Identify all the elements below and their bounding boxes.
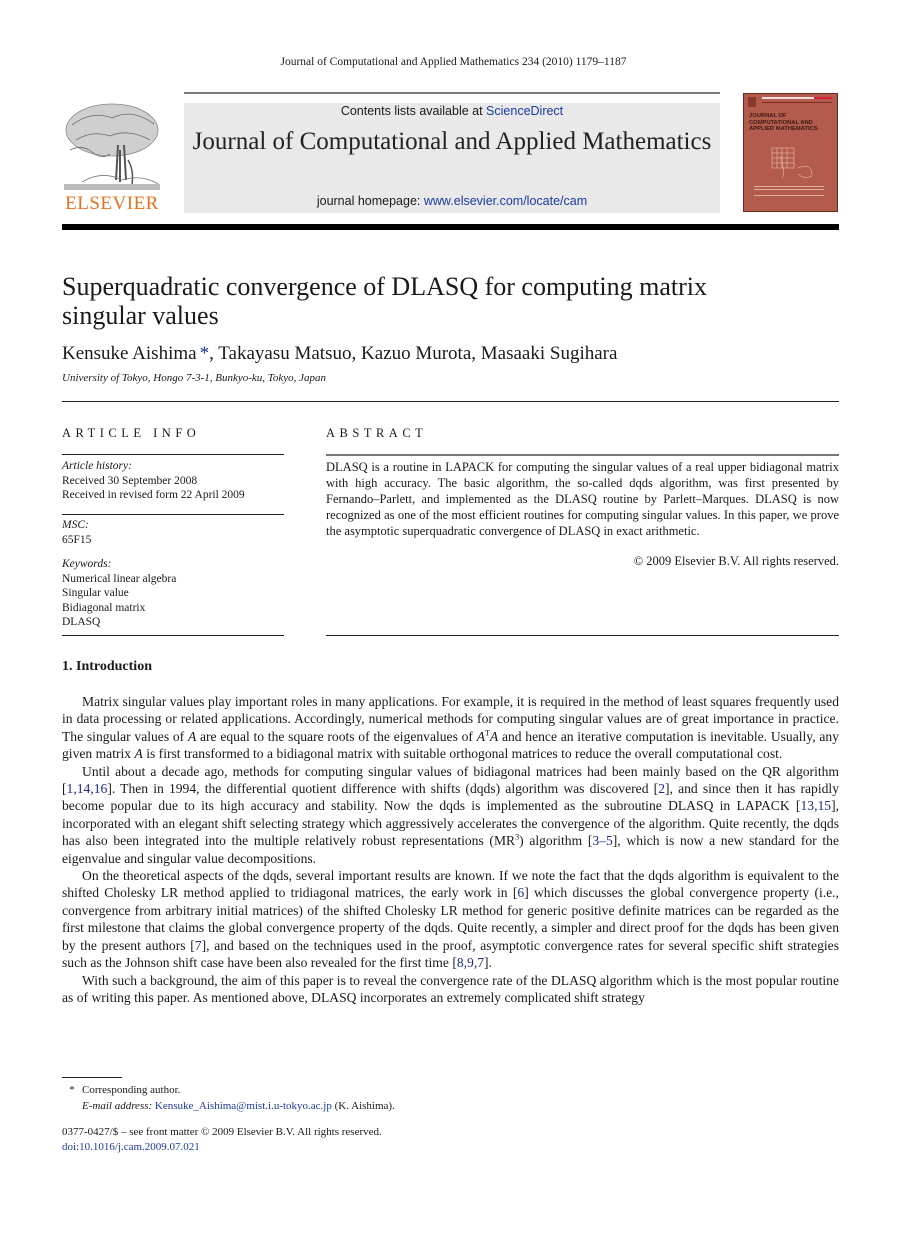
introduction-body: Matrix singular values play important ro… xyxy=(62,693,839,1006)
math-symbol: A xyxy=(489,728,499,744)
elsevier-tree-icon xyxy=(64,103,160,190)
author-name: Takayasu Matsuo xyxy=(218,343,352,364)
citation-link[interactable]: 2 xyxy=(658,781,665,796)
journal-cover-thumbnail[interactable]: JOURNAL OF COMPUTATIONAL AND APPLIED MAT… xyxy=(743,93,838,212)
math-symbol: A xyxy=(134,746,143,762)
doi-link[interactable]: doi:10.1016/j.cam.2009.07.021 xyxy=(62,1141,200,1153)
citation-link[interactable]: 3–5 xyxy=(592,833,612,848)
citation-link[interactable]: 8,9,7 xyxy=(457,955,484,970)
keyword: Singular value xyxy=(62,587,129,599)
footnote-mark: * xyxy=(69,1084,75,1096)
journal-homepage-link[interactable]: www.elsevier.com/locate/cam xyxy=(424,194,587,208)
contents-line: Contents lists available at ScienceDirec… xyxy=(184,104,720,118)
author-list: Kensuke Aishima *, Takayasu Matsuo, Kazuo… xyxy=(62,343,617,365)
author-separator: , xyxy=(351,343,361,364)
corresponding-label: Corresponding author. xyxy=(82,1084,181,1096)
author-name: Masaaki Sugihara xyxy=(480,343,618,364)
email-suffix: (K. Aishima). xyxy=(331,1100,395,1112)
elsevier-logo[interactable]: ELSEVIER xyxy=(62,100,162,215)
divider xyxy=(62,454,284,455)
article-history: Article history: Received 30 September 2… xyxy=(62,459,284,503)
abstract-copyright: © 2009 Elsevier B.V. All rights reserved… xyxy=(633,554,839,568)
text-run: is first transformed to a bidiagonal mat… xyxy=(142,746,783,762)
citation-link[interactable]: 13,15 xyxy=(800,798,831,813)
text-run: ]. xyxy=(484,955,492,971)
author-name: Kazuo Murota xyxy=(360,343,472,364)
keywords-section: Keywords: Numerical linear algebra Singu… xyxy=(62,557,284,630)
divider xyxy=(326,635,839,636)
author-separator: , xyxy=(471,343,481,364)
keyword: Numerical linear algebra xyxy=(62,572,177,585)
keywords-label: Keywords: xyxy=(62,558,112,570)
citation-link[interactable]: 7 xyxy=(195,938,202,953)
article-title: Superquadratic convergence of DLASQ for … xyxy=(62,272,707,330)
journal-title: Journal of Computational and Applied Mat… xyxy=(192,128,712,155)
front-matter: 0377-0427/$ – see front matter © 2009 El… xyxy=(62,1125,382,1155)
cover-header-bar-icon xyxy=(748,97,832,107)
msc-label: MSC: xyxy=(62,519,89,531)
masthead-bottom-rule xyxy=(62,224,839,230)
email-label: E-mail address: xyxy=(82,1100,153,1112)
article-info-heading: ARTICLE INFO xyxy=(62,426,201,440)
corresponding-author-mark[interactable]: * xyxy=(200,343,210,364)
affiliation-rule xyxy=(62,401,839,402)
homepage-line: journal homepage: www.elsevier.com/locat… xyxy=(184,194,720,208)
running-head: Journal of Computational and Applied Mat… xyxy=(280,56,627,68)
abstract-text: DLASQ is a routine in LAPACK for computi… xyxy=(326,460,839,538)
divider xyxy=(326,454,839,456)
paragraph: With such a background, the aim of this … xyxy=(62,972,839,1005)
divider xyxy=(62,635,284,636)
elsevier-wordmark: ELSEVIER xyxy=(65,193,159,214)
msc-code: 65F15 xyxy=(62,533,92,546)
msc-section: MSC: 65F15 xyxy=(62,518,284,547)
email-line: E-mail address: Kensuke_Aishima@mist.i.u… xyxy=(62,1098,395,1114)
keyword: Bidiagonal matrix xyxy=(62,601,146,614)
section-heading-introduction: 1. Introduction xyxy=(62,659,152,674)
text-run: ]. Then in 1994, the differential quotie… xyxy=(107,781,659,797)
journal-masthead: Contents lists available at ScienceDirec… xyxy=(184,103,720,213)
math-symbol: A xyxy=(476,728,485,744)
footnote: * Corresponding author. E-mail address: K… xyxy=(62,1082,395,1114)
history-label: Article history: xyxy=(62,460,132,472)
cover-text-lines xyxy=(754,186,824,187)
sciencedirect-link[interactable]: ScienceDirect xyxy=(486,104,563,118)
paragraph: On the theoretical aspects of the dqds, … xyxy=(62,867,839,971)
corresponding-note: * Corresponding author. xyxy=(62,1082,395,1098)
cover-title: JOURNAL OF COMPUTATIONAL AND APPLIED MAT… xyxy=(749,113,818,132)
text-run: ) algorithm [ xyxy=(519,833,593,849)
contents-prefix: Contents lists available at xyxy=(340,104,487,118)
homepage-prefix: journal homepage: xyxy=(316,194,424,208)
cover-figure-icon xyxy=(771,147,813,179)
divider xyxy=(62,514,284,515)
author-email-link[interactable]: Kensuke_Aishima@mist.i.u-tokyo.ac.jp xyxy=(155,1100,332,1112)
text-run: are equal to the square roots of the eig… xyxy=(196,728,477,744)
issn-line: 0377-0427/$ – see front matter © 2009 El… xyxy=(62,1126,382,1138)
math-symbol: A xyxy=(187,728,197,744)
revised-date: Received in revised form 22 April 2009 xyxy=(62,489,245,501)
citation-link[interactable]: 1,14,16 xyxy=(67,781,108,796)
keyword: DLASQ xyxy=(62,616,101,628)
paragraph: Until about a decade ago, methods for co… xyxy=(62,763,839,867)
received-date: Received 30 September 2008 xyxy=(62,474,198,487)
paragraph: Matrix singular values play important ro… xyxy=(62,693,839,763)
masthead-top-rule xyxy=(184,92,720,94)
footnote-rule xyxy=(62,1077,122,1078)
author-separator: , xyxy=(209,343,219,364)
affiliation: University of Tokyo, Hongo 7-3-1, Bunkyo… xyxy=(62,372,327,384)
abstract-heading: ABSTRACT xyxy=(326,426,428,440)
author-name: Kensuke Aishima xyxy=(62,343,197,364)
